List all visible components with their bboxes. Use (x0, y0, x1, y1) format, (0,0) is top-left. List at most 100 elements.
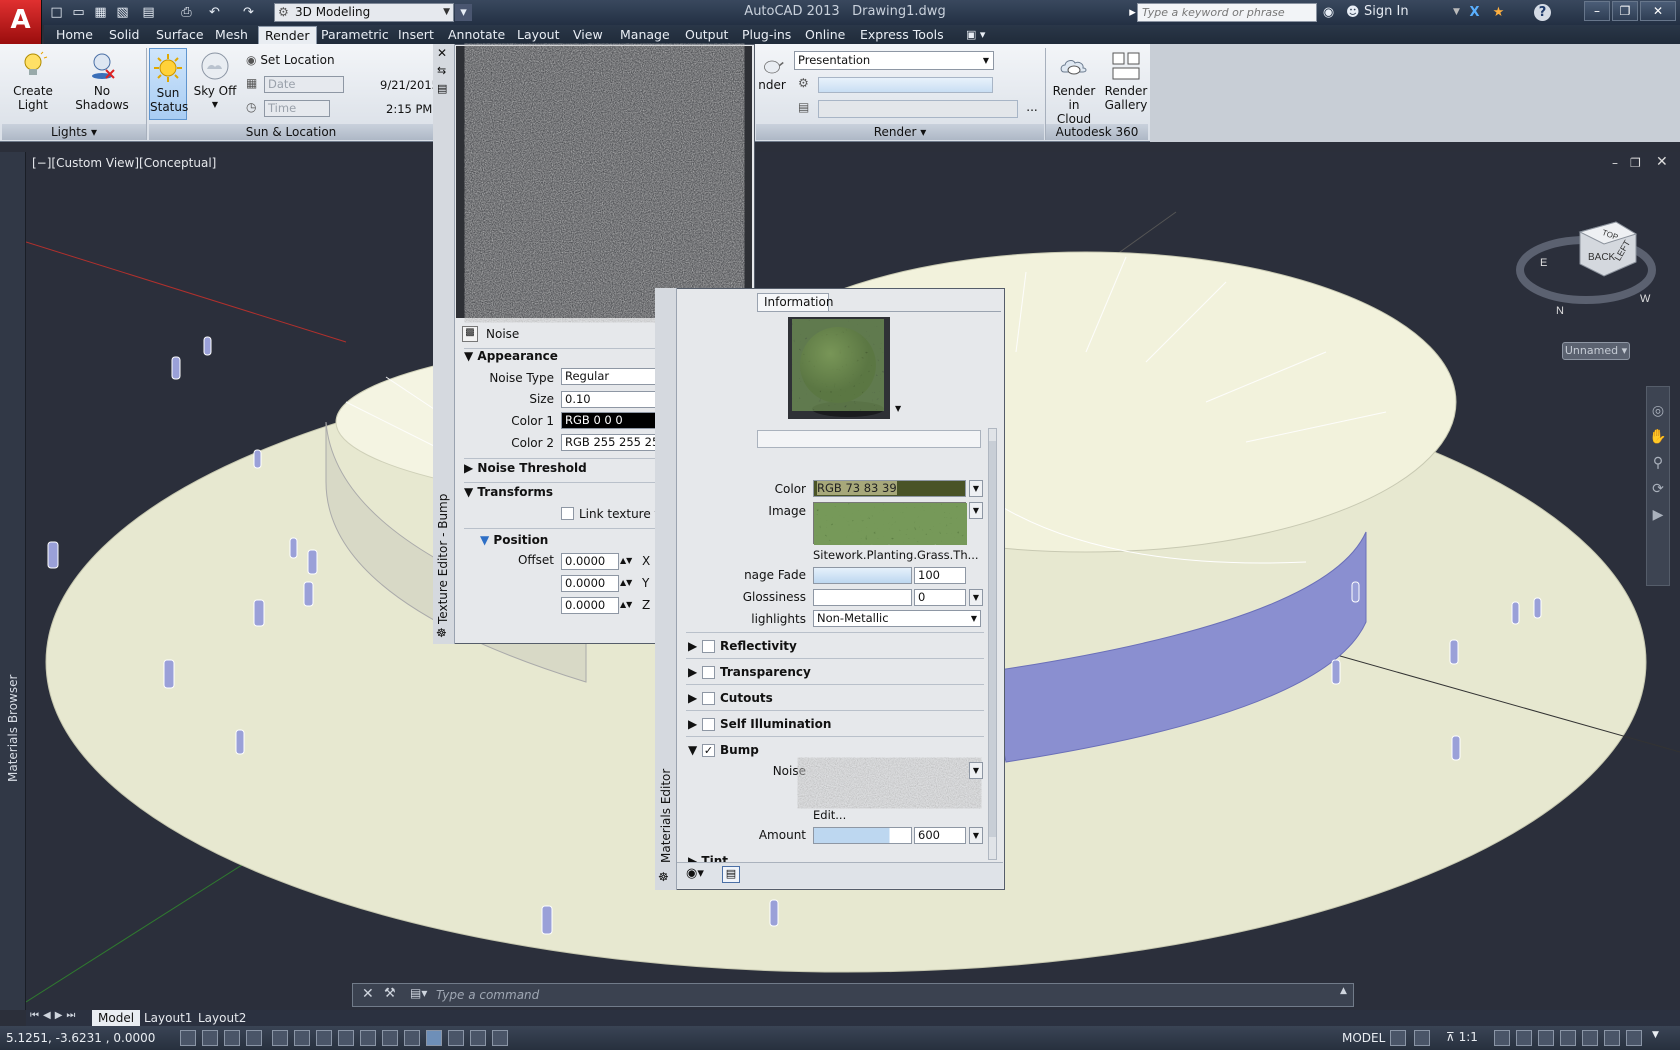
pan-icon[interactable]: ✋ (1647, 429, 1669, 445)
cutouts-section-header[interactable]: ▶ (688, 691, 697, 705)
tab-plug-ins[interactable]: Plug-ins (736, 26, 797, 44)
close-icon[interactable]: ✕ (362, 986, 374, 1002)
render-output-path[interactable] (818, 100, 1018, 118)
texture-editor-titlebar[interactable]: ✕ ⇆ ▤ Texture Editor - Bump ☸ (433, 44, 455, 644)
image-fade-slider[interactable] (813, 567, 912, 584)
render-gallery-button[interactable]: Render Gallery (1104, 50, 1148, 112)
properties-icon[interactable]: ▤ (437, 82, 447, 95)
zoom-icon[interactable]: ⚲ (1647, 455, 1669, 471)
coordinate-readout[interactable]: 5.1251, -3.6231 , 0.0000 (6, 1031, 155, 1045)
save-as-icon[interactable]: ▧ (114, 4, 131, 21)
quick-access-menu-icon[interactable]: ▾ (455, 4, 472, 21)
image-thumbnail[interactable] (813, 502, 967, 545)
navigation-bar[interactable]: ◎ ✋ ⚲ ⟳ ▶ (1646, 386, 1670, 586)
image-file-name[interactable]: Sitework.Planting.Grass.Th... (813, 548, 979, 562)
render-panel-title[interactable]: Render ▾ (756, 124, 1044, 140)
render-preset-dropdown[interactable]: Presentation ▼ (794, 51, 994, 70)
amount-slider[interactable] (813, 827, 912, 844)
self-illumination-checkbox[interactable] (702, 718, 715, 731)
workspace-switching-icon[interactable] (1538, 1030, 1554, 1046)
command-history-icon[interactable]: ▲ (1340, 986, 1347, 996)
showmotion-icon[interactable]: ▶ (1647, 507, 1669, 523)
noise-threshold-section-header[interactable]: ▶ Noise Threshold (464, 461, 587, 475)
infer-constraints-icon[interactable] (180, 1030, 196, 1046)
render-quality-slider[interactable] (818, 77, 993, 93)
tab-manage[interactable]: Manage (614, 26, 676, 44)
sign-in-link[interactable]: Sign In (1364, 4, 1409, 19)
help-search-input[interactable]: Type a keyword or phrase (1137, 3, 1317, 22)
tab-layout[interactable]: Layout (511, 26, 566, 44)
tab-layout1[interactable]: Layout1 (140, 1010, 196, 1026)
tab-parametric[interactable]: Parametric (315, 26, 395, 44)
application-menu-button[interactable]: A (0, 0, 42, 44)
new-icon[interactable]: □ (48, 4, 65, 21)
open-icon[interactable]: ▭ (70, 4, 87, 21)
subscription-icon[interactable]: ★ (1490, 4, 1507, 21)
plot-icon[interactable]: ⎙ (178, 4, 195, 21)
color-swatch[interactable]: RGB 73 83 39 (813, 480, 966, 497)
time-slider[interactable]: Time (264, 100, 330, 117)
binoculars-icon[interactable]: ◉ (1320, 4, 1337, 21)
dynamic-ucs-icon[interactable] (360, 1030, 376, 1046)
open-browser-icon[interactable]: ▤ (722, 866, 740, 883)
save-icon[interactable]: ▦ (92, 4, 109, 21)
tab-model[interactable]: Model (92, 1010, 141, 1026)
command-input[interactable]: Type a command (436, 986, 1336, 1004)
close-icon[interactable]: ✕ (437, 46, 447, 60)
bump-noise-thumbnail[interactable] (813, 762, 966, 804)
glossiness-dropdown[interactable]: ▼ (969, 589, 983, 606)
glossiness-input[interactable]: 0 (914, 589, 966, 606)
image-fade-input[interactable]: 100 (914, 567, 966, 584)
create-material-icon[interactable]: ◉▾ (686, 866, 704, 881)
offset-x-input[interactable]: 0.0000 (561, 553, 619, 570)
set-location-button[interactable]: ◉ Set Location (246, 53, 335, 67)
offset-y-input[interactable]: 0.0000 (561, 575, 619, 592)
tab-layout2[interactable]: Layout2 (194, 1010, 250, 1026)
materials-browser-palette[interactable]: Materials Browser (0, 152, 26, 1010)
sign-in-chevron-icon[interactable]: ▼ (1448, 4, 1465, 21)
transforms-section-header[interactable]: ▼ Transforms (464, 485, 553, 499)
preview-options-chevron-icon[interactable]: ▼ (895, 404, 901, 413)
orbit-icon[interactable]: ⟳ (1647, 481, 1669, 497)
amount-input[interactable]: 600 (914, 827, 966, 844)
undo-icon[interactable]: ↶ (206, 4, 223, 21)
no-shadows-button[interactable]: No Shadows (66, 50, 138, 112)
help-icon[interactable]: ? (1534, 4, 1551, 21)
offset-y-spinner[interactable]: ▲▼ (620, 575, 632, 592)
annotation-scale[interactable]: ⊼ 1:1 (1446, 1030, 1478, 1044)
transparency-section-header[interactable]: ▶ (688, 665, 697, 679)
close-window-button[interactable]: ✕ (1640, 1, 1676, 21)
reflectivity-checkbox[interactable] (702, 640, 715, 653)
bump-dropdown[interactable]: ▼ (969, 762, 983, 779)
viewport-minimize-icon[interactable]: – (1612, 156, 1618, 170)
lineweight-icon[interactable] (404, 1030, 420, 1046)
viewport-controls-label[interactable]: [−][Custom View][Conceptual] (32, 156, 216, 170)
color-dropdown[interactable]: ▼ (969, 480, 983, 497)
quick-view-layouts-icon[interactable] (1390, 1030, 1406, 1046)
position-section-header[interactable]: ▼ Position (480, 533, 548, 547)
material-preview[interactable] (788, 317, 890, 419)
transparency-checkbox[interactable] (702, 666, 715, 679)
tab-render[interactable]: Render (258, 26, 317, 44)
selection-cycling-icon[interactable] (470, 1030, 486, 1046)
tab-output[interactable]: Output (679, 26, 734, 44)
bump-edit-link[interactable]: Edit... (813, 808, 846, 822)
auto-hide-icon[interactable]: ⇆ (437, 64, 446, 77)
self-illumination-section-header[interactable]: ▶ (688, 717, 697, 731)
sky-off-button[interactable]: Sky Off ▼ (193, 50, 237, 112)
annotation-monitor-icon[interactable] (492, 1030, 508, 1046)
hardware-acceleration-icon[interactable] (1582, 1030, 1598, 1046)
recent-commands-icon[interactable]: ▤▾ (410, 986, 427, 1000)
minimize-window-button[interactable]: – (1584, 1, 1610, 21)
tab-annotate[interactable]: Annotate (442, 26, 511, 44)
restore-window-button[interactable]: ❐ (1612, 1, 1638, 21)
glossiness-slider[interactable] (813, 589, 912, 606)
link-transforms-checkbox[interactable] (561, 507, 574, 520)
polar-tracking-icon[interactable] (272, 1030, 288, 1046)
sun-location-panel-title[interactable]: Sun & Location (149, 124, 433, 140)
cutouts-checkbox[interactable] (702, 692, 715, 705)
bump-section-header[interactable]: ▼ (688, 743, 697, 757)
quick-properties-icon[interactable] (448, 1030, 464, 1046)
exchange-icon[interactable]: X (1466, 4, 1483, 21)
tab-solid[interactable]: Solid (103, 26, 145, 44)
